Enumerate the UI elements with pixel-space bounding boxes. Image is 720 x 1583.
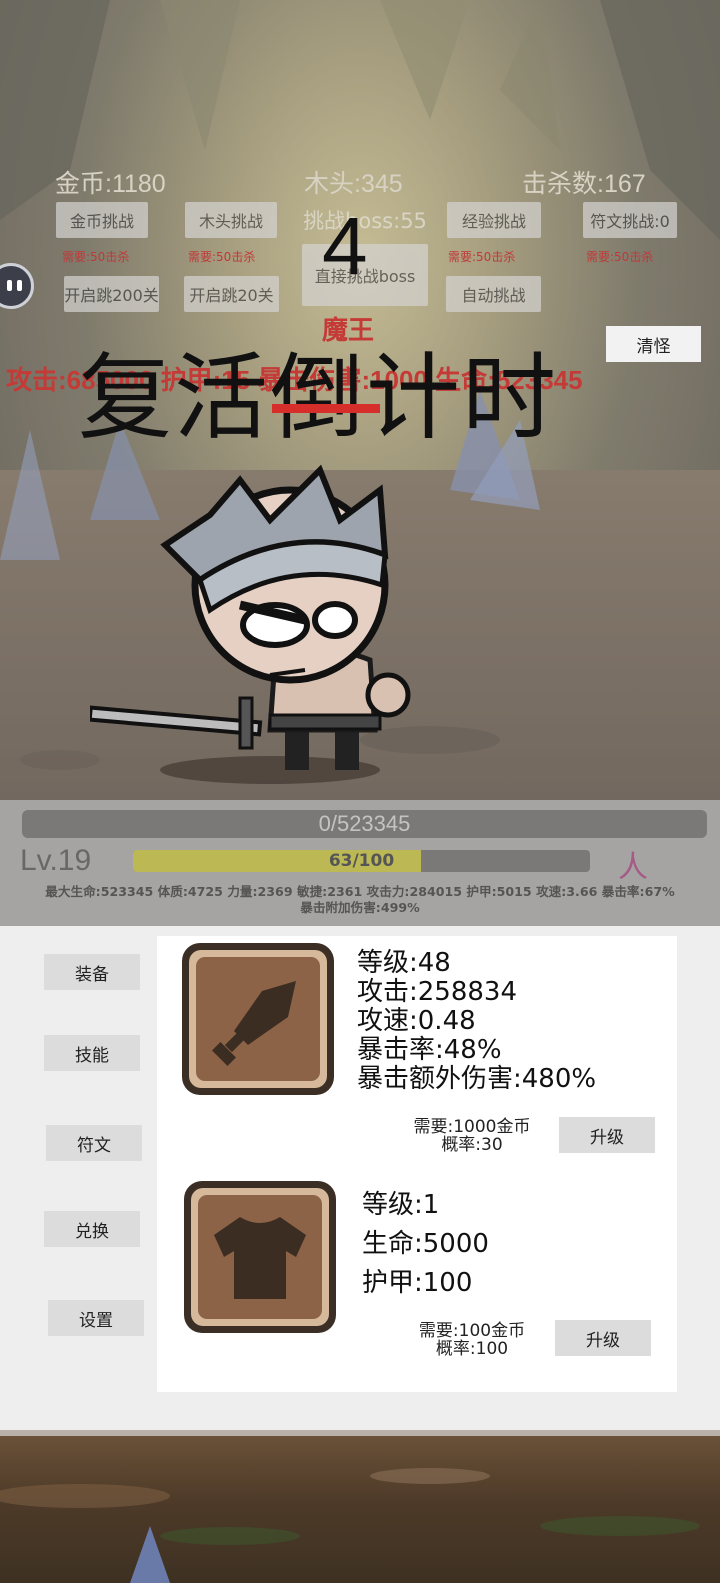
countdown-number: 4 [322, 201, 368, 292]
wood-challenge-button[interactable]: 木头挑战 [185, 202, 277, 238]
weapon-cost-text: 需要:1000金币 [413, 1117, 531, 1137]
armor-upgrade-cost: 需要:100金币 概率:100 [402, 1322, 542, 1358]
kill-counter: 击杀数:167 [522, 170, 646, 198]
skip-20-button[interactable]: 开启跳20关 [184, 276, 279, 312]
weapon-attack: 攻击:258834 [357, 977, 518, 1007]
weapon-upgrade-button[interactable]: 升级 [559, 1117, 655, 1153]
player-stats-line-2: 暴击附加伤害:499% [300, 900, 420, 915]
armor-rate-text: 概率:100 [435, 1339, 509, 1359]
boss-hp-marker [272, 404, 380, 413]
clear-monsters-button[interactable]: 清怪 [606, 326, 701, 362]
person-icon[interactable]: 人 [618, 842, 648, 886]
armor-cost-text: 需要:100金币 [418, 1321, 526, 1341]
exp-challenge-button[interactable]: 经验挑战 [447, 202, 541, 238]
battle-scene: 金币:1180 木头:345 击杀数:167 金币挑战 木头挑战 挑战boss:… [0, 0, 720, 800]
sidebar-item-equipment[interactable]: 装备 [44, 954, 140, 990]
equipment-panel: 装备 技能 符文 兑换 设置 等级:48 攻击:258834 攻速:0.48 暴… [0, 926, 720, 1430]
sidebar-item-exchange[interactable]: 兑换 [44, 1211, 140, 1247]
boss-character [90, 464, 411, 784]
equipment-card: 等级:48 攻击:258834 攻速:0.48 暴击率:48% 暴击额外伤害:4… [157, 936, 677, 1392]
exp-challenge-requirement: 需要:50击杀 [448, 250, 516, 264]
skip-200-button[interactable]: 开启跳200关 [64, 276, 159, 312]
player-stats: 最大生命:523345 体质:4725 力量:2369 敏捷:2361 攻击力:… [0, 884, 720, 916]
xp-text: 63/100 [328, 851, 395, 871]
armor-hp: 生命:5000 [362, 1229, 489, 1259]
xp-bar: 63/100 [133, 850, 590, 872]
rune-challenge-button[interactable]: 符文挑战:0 [583, 202, 677, 238]
armor-upgrade-button[interactable]: 升级 [555, 1320, 651, 1356]
weapon-upgrade-cost: 需要:1000金币 概率:30 [397, 1118, 547, 1154]
sidebar-item-settings[interactable]: 设置 [48, 1300, 144, 1336]
armor-defense: 护甲:100 [362, 1268, 473, 1298]
gold-counter: 金币:1180 [55, 170, 166, 198]
wood-counter: 木头:345 [304, 170, 403, 198]
ground-decor [0, 1468, 700, 1583]
hp-bar: 0/523345 [22, 810, 707, 838]
shirt-icon [184, 1181, 336, 1333]
weapon-crit-rate: 暴击率:48% [357, 1035, 502, 1065]
wood-challenge-requirement: 需要:50击杀 [188, 250, 256, 264]
player-hud: 0/523345 Lv.19 63/100 人 最大生命:523345 体质:4… [0, 800, 720, 926]
weapon-level: 等级:48 [357, 948, 451, 978]
hp-text: 0/523345 [318, 811, 411, 836]
countdown-label: 复活倒计时 [78, 344, 559, 453]
gold-challenge-requirement: 需要:50击杀 [62, 250, 130, 264]
weapon-attack-speed: 攻速:0.48 [357, 1006, 476, 1036]
weapon-rate-text: 概率:30 [441, 1135, 503, 1155]
auto-challenge-button[interactable]: 自动挑战 [446, 276, 541, 312]
sidebar-item-runes[interactable]: 符文 [46, 1125, 142, 1161]
player-level: Lv.19 [20, 844, 92, 877]
sword-icon [182, 943, 334, 1095]
sidebar-item-skills[interactable]: 技能 [44, 1035, 140, 1071]
rune-challenge-requirement: 需要:50击杀 [586, 250, 654, 264]
player-stats-line-1: 最大生命:523345 体质:4725 力量:2369 敏捷:2361 攻击力:… [45, 884, 675, 899]
ground-strip [0, 1430, 720, 1583]
weapon-crit-damage: 暴击额外伤害:480% [357, 1064, 597, 1094]
gold-challenge-button[interactable]: 金币挑战 [56, 202, 148, 238]
armor-level: 等级:1 [362, 1190, 440, 1220]
